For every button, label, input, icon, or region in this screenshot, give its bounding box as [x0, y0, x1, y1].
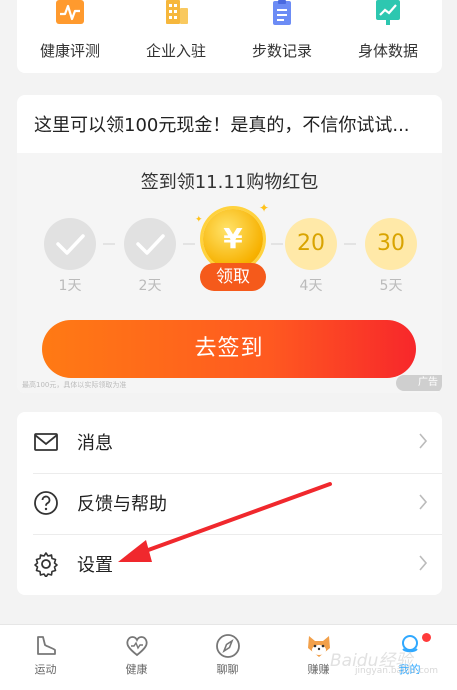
heart-icon [124, 633, 150, 659]
nav-label: 聊聊 [216, 663, 239, 676]
shiba-dog-icon [306, 633, 332, 659]
nav-item-chat[interactable]: 聊聊 [182, 625, 273, 677]
nav-label: 运动 [34, 663, 57, 676]
watermark-url: jingyan.baidu.com [355, 666, 439, 676]
compass-icon [215, 633, 241, 659]
notification-badge [422, 633, 431, 642]
nav-item-sport[interactable]: 运动 [0, 625, 91, 677]
annotation-arrow [118, 482, 332, 562]
nav-item-health[interactable]: 健康 [91, 625, 182, 677]
shoe-icon [33, 633, 59, 659]
nav-label: 健康 [125, 663, 148, 676]
